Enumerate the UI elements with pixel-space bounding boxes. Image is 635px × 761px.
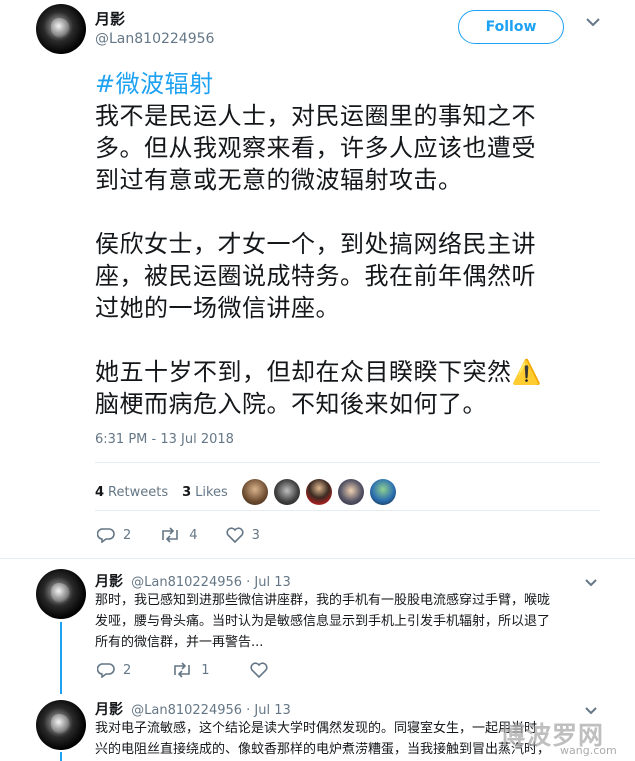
divider xyxy=(95,510,600,511)
like-button[interactable]: 3 xyxy=(226,527,260,543)
reply-text: 那时，我已感知到进那些微信讲座群，我的手机有一股股电流感穿过手臂，喉咙 发哑，腰… xyxy=(95,590,605,653)
reply-button[interactable]: 2 xyxy=(97,662,131,678)
liker-avatar[interactable] xyxy=(369,479,396,505)
reply-icon xyxy=(97,528,115,543)
tweet-stats: 4 Retweets 3 Likes xyxy=(95,479,402,505)
reply-line: 所有的微信群，并一再警告... xyxy=(95,635,264,650)
chevron-down-icon[interactable] xyxy=(584,574,598,587)
retweet-count: 4 xyxy=(189,527,198,543)
like-count: 3 xyxy=(251,527,260,543)
retweet-button[interactable]: 4 xyxy=(159,527,198,543)
tweet-timestamp[interactable]: 6:31 PM - 13 Jul 2018 xyxy=(95,432,234,447)
retweets-stat[interactable]: 4 Retweets xyxy=(95,485,168,500)
tweet-line: 我不是民运人士，对民运圈里的事知之不 xyxy=(95,102,536,130)
avatar[interactable] xyxy=(36,569,86,619)
tweet-line: 过她的一场微信讲座。 xyxy=(95,294,340,322)
tweet-line: 多。但从我观察来看，许多人应该也遭受 xyxy=(95,134,536,162)
tweet-line: 她五十岁不到，但却在众目睽睽下突然⚠️ xyxy=(95,358,542,386)
follow-button[interactable]: Follow xyxy=(458,10,564,44)
hashtag-link[interactable]: #微波辐射 xyxy=(95,68,615,100)
heart-icon xyxy=(226,527,244,543)
reply-button[interactable]: 2 xyxy=(97,527,131,543)
reply-header: 月影 @Lan810224956 · Jul 13 xyxy=(95,699,291,719)
reply-count: 2 xyxy=(123,662,132,678)
retweet-button[interactable]: 1 xyxy=(171,662,210,678)
like-button[interactable] xyxy=(250,662,276,678)
divider xyxy=(95,462,600,463)
liker-avatar[interactable] xyxy=(241,479,268,505)
retweet-count: 1 xyxy=(201,662,210,678)
user-handle[interactable]: @Lan810224956 xyxy=(131,703,242,718)
reply-line: 发哑，腰与骨头痛。当时认为是敏感信息显示到手机上引发手机辐射，所以退了 xyxy=(95,614,551,629)
user-handle[interactable]: @Lan810224956 xyxy=(95,31,214,47)
liker-avatar[interactable] xyxy=(273,479,300,505)
user-handle[interactable]: @Lan810224956 xyxy=(131,575,242,590)
tweet-actions: 2 4 3 xyxy=(97,527,288,543)
tweet-line: 到过有意或无意的微波辐射攻击。 xyxy=(95,166,463,194)
avatar[interactable] xyxy=(36,4,86,54)
thread-connector xyxy=(60,752,62,761)
tweet-paragraph: 我不是民运人士，对民运圈里的事知之不 多。但从我观察来看，许多人应该也遭受 到过… xyxy=(95,100,615,196)
divider xyxy=(0,558,635,559)
tweet-line: 侯欣女士，才女一个，到处搞网络民主讲 xyxy=(95,230,536,258)
liker-avatar[interactable] xyxy=(337,479,364,505)
reply-date[interactable]: · Jul 13 xyxy=(246,703,291,718)
likes-stat[interactable]: 3 Likes xyxy=(182,485,228,500)
display-name[interactable]: 月影 xyxy=(95,8,125,29)
chevron-down-icon[interactable] xyxy=(585,14,601,28)
reply-line: 那时，我已感知到进那些微信讲座群，我的手机有一股股电流感穿过手臂，喉咙 xyxy=(95,593,551,608)
retweet-icon xyxy=(162,527,179,543)
thread-connector xyxy=(60,622,62,694)
tweet-text: #微波辐射 我不是民运人士，对民运圈里的事知之不 多。但从我观察来看，许多人应该… xyxy=(95,68,615,452)
tweet-paragraph: 她五十岁不到，但却在众目睽睽下突然⚠️ 脑梗而病危入院。不知後来如何了。 xyxy=(95,356,615,420)
retweet-icon xyxy=(174,662,191,678)
watermark-url: wang.com xyxy=(560,744,617,757)
tweet-line: 脑梗而病危入院。不知後来如何了。 xyxy=(95,390,487,418)
reply-count: 2 xyxy=(123,527,132,543)
liker-avatar[interactable] xyxy=(305,479,332,505)
reply-date[interactable]: · Jul 13 xyxy=(246,575,291,590)
display-name[interactable]: 月影 xyxy=(95,574,123,590)
reply-header: 月影 @Lan810224956 · Jul 13 xyxy=(95,571,291,591)
reply-actions: 2 1 xyxy=(97,662,304,678)
avatar[interactable] xyxy=(36,700,86,750)
display-name[interactable]: 月影 xyxy=(95,702,123,718)
tweet-line: 座，被民运圈说成特务。我在前年偶然听 xyxy=(95,262,536,290)
tweet-paragraph: 侯欣女士，才女一个，到处搞网络民主讲 座，被民运圈说成特务。我在前年偶然听 过她… xyxy=(95,228,615,324)
heart-icon xyxy=(250,662,268,678)
follow-button-label: Follow xyxy=(485,19,537,35)
chevron-down-icon[interactable] xyxy=(584,702,598,715)
reply-icon xyxy=(97,663,115,678)
